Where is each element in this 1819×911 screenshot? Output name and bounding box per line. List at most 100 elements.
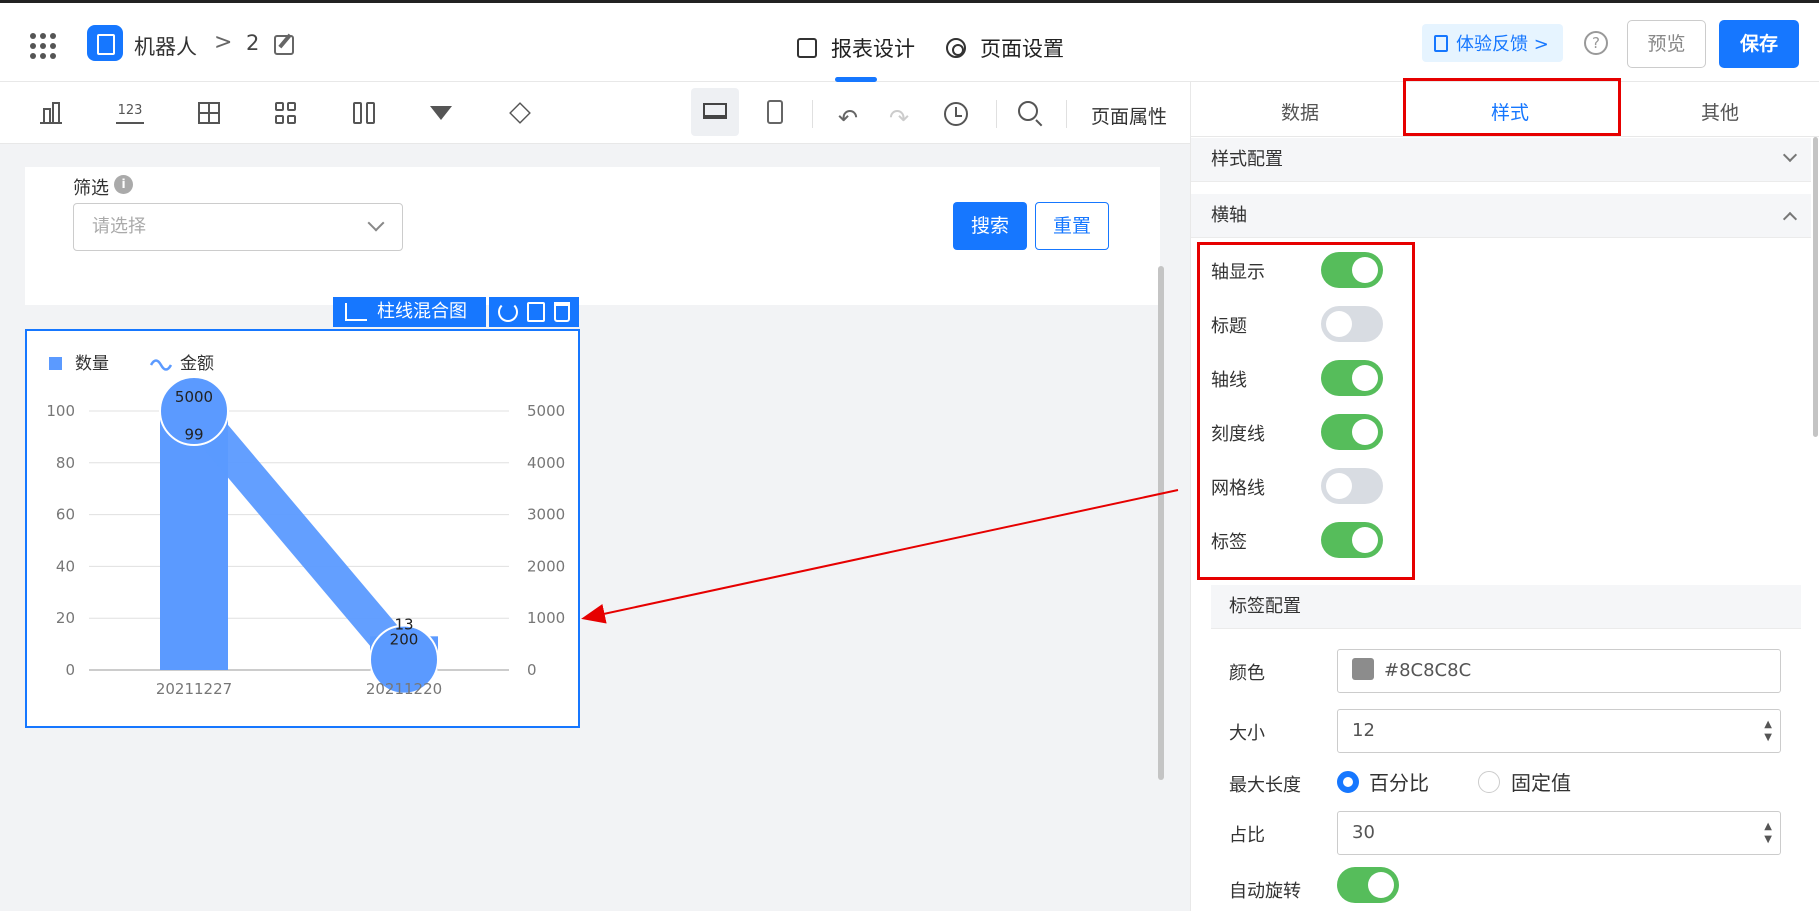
search-button[interactable]: 搜索 [953,202,1027,250]
y-left-tick-label: 0 [65,661,75,679]
radio-fixed[interactable] [1478,771,1500,793]
toolbar-divider [996,100,997,128]
laptop-icon [703,103,727,119]
toolbar-divider [1066,100,1067,128]
canvas-scrollbar[interactable] [1158,266,1164,780]
combo-chart: 0204060801000100020003000400050009913500… [46,354,565,698]
stepper-icon[interactable]: ▲ ▼ [1764,718,1772,744]
tab-data[interactable]: 数据 [1281,98,1319,125]
panel-scrollbar[interactable] [1813,137,1818,437]
y-right-tick-label: 0 [527,661,537,679]
feedback-button[interactable]: 体验反馈 > [1422,24,1563,62]
apps-grid-icon[interactable] [30,33,56,59]
panel-tabs: 数据 样式 其他 [1191,78,1819,137]
section-x-axis[interactable]: 横轴 [1191,194,1811,238]
widget-type-text: 柱线混合图 [377,301,467,322]
line-data-label: 5000 [175,388,213,406]
section-label-config[interactable]: 标签配置 [1211,585,1801,629]
refresh-icon[interactable] [497,302,518,322]
chevron-up-icon [1782,211,1798,227]
size-value: 12 [1352,720,1375,741]
color-swatch[interactable] [1352,658,1374,680]
designer-toolbar: 123 ↶ ↷ 页面属性 [0,82,1190,144]
tab-report-design[interactable]: 报表设计 [797,33,915,82]
app-name[interactable]: 机器人 [134,31,197,61]
gear-icon [946,38,966,58]
size-input[interactable]: 12 ▲ ▼ [1337,709,1781,753]
max-length-row: 最大长度 百分比 固定值 [1229,761,1789,805]
ratio-value: 30 [1352,822,1375,843]
info-icon[interactable]: i [114,175,133,194]
layers-icon[interactable] [509,102,531,124]
legend-bar-label: 数量 [75,354,109,374]
filter-card: 筛选 请选择 搜索 重置 [25,167,1160,305]
combo-chart-widget[interactable]: 0 20 40 60 80 100 0 1000 2000 3000 4000 5000 99 13 500… [25,329,580,728]
max-length-label: 最大长度 [1229,775,1301,796]
tab-other[interactable]: 其他 [1701,98,1739,125]
section-style-config-label: 样式配置 [1211,149,1283,170]
auto-rotate-switch[interactable] [1337,867,1399,903]
desktop-view-button[interactable] [691,88,739,136]
help-icon[interactable]: ? [1584,31,1608,55]
bar-chart-icon[interactable] [40,102,62,124]
bar-data-label: 99 [184,426,203,444]
undo-icon[interactable]: ↶ [838,104,858,132]
stepper-icon[interactable]: ▲ ▼ [1764,820,1772,846]
ratio-input[interactable]: 30 ▲ ▼ [1337,811,1781,855]
tab-report-design-label: 报表设计 [831,37,915,61]
legend-bar-swatch [49,357,62,370]
legend-line-icon [149,359,173,371]
axis-toggles-highlight [1197,242,1415,580]
line-data-label: 200 [390,631,419,649]
edit-icon[interactable] [274,35,294,55]
number-card-icon[interactable]: 123 [116,102,144,124]
copy-icon[interactable] [526,302,545,322]
y-left-tick-label: 60 [56,506,75,524]
redo-icon[interactable]: ↷ [889,104,909,132]
ratio-row: 占比 30 ▲ ▼ [1229,811,1789,855]
widget-type-label[interactable]: 柱线混合图 [333,297,486,327]
reset-button[interactable]: 重置 [1035,202,1109,250]
x-tick-label: 20211220 [366,680,442,698]
columns-icon[interactable] [353,102,375,124]
radio-percent[interactable] [1337,771,1359,793]
design-canvas: 筛选 请选择 搜索 重置 i 柱线混合图 0 20 40 60 80 100 0 1000 20… [0,144,1190,911]
y-left-tick-label: 20 [56,609,75,627]
color-input[interactable]: #8C8C8C [1337,649,1781,693]
history-icon[interactable] [944,102,968,126]
feedback-doc-icon [1434,34,1448,52]
table-icon[interactable] [198,102,220,124]
page-properties-button[interactable]: 页面属性 [1091,102,1167,129]
ratio-label: 占比 [1229,825,1265,846]
filter-select-placeholder: 请选择 [92,216,146,237]
y-right-tick-label: 3000 [527,506,565,524]
filter-select[interactable]: 请选择 [73,203,403,251]
size-row: 大小 12 ▲ ▼ [1229,709,1789,753]
filter-label: 筛选 [73,178,109,199]
report-name: 2 [246,31,260,55]
app-logo-icon [87,25,123,61]
y-right-tick-label: 5000 [527,402,565,420]
color-value: #8C8C8C [1384,660,1472,681]
chevron-down-icon [367,214,385,232]
y-right-tick-label: 1000 [527,609,565,627]
tab-page-settings[interactable]: 页面设置 [946,33,1064,63]
trash-icon[interactable] [554,302,571,322]
legend-line-label: 金额 [180,354,214,374]
size-label: 大小 [1229,723,1265,744]
properties-panel: 数据 样式 其他 样式配置 横轴 轴显示 标题 轴线 刻度线 网格线 标签 标签配置 颜色… [1190,78,1819,911]
radio-fixed-label[interactable]: 固定值 [1511,767,1571,796]
top-header: 机器人 > 2 报表设计 页面设置 体验反馈 > ? 预览 保存 [0,0,1819,82]
search-icon[interactable] [1018,101,1038,121]
mobile-view-button[interactable] [751,88,799,136]
y-left-tick-label: 100 [46,402,75,420]
filter-icon[interactable] [430,106,452,120]
y-right-tick-label: 4000 [527,454,565,472]
section-style-config[interactable]: 样式配置 [1191,138,1811,182]
preview-button[interactable]: 预览 [1627,20,1706,68]
phone-icon [767,100,783,124]
tab-style-highlight [1403,78,1621,136]
radio-percent-label[interactable]: 百分比 [1369,767,1429,796]
save-button[interactable]: 保存 [1719,20,1799,68]
card-layout-icon[interactable] [275,102,297,124]
